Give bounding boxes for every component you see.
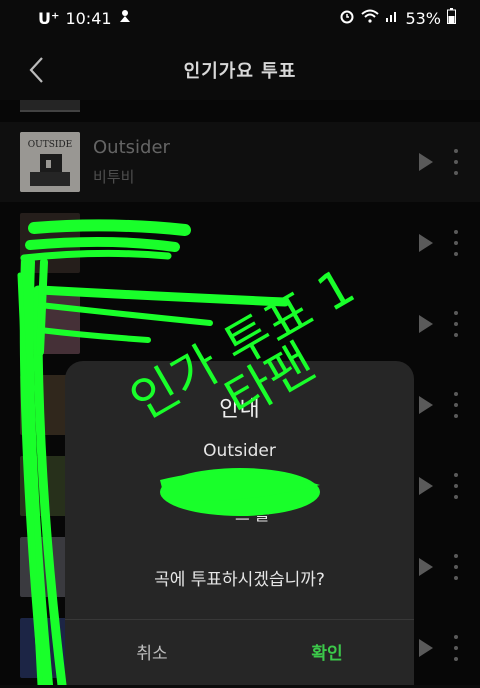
back-chevron-icon [29,57,43,83]
dialog-question: 곡에 투표하시겠습니까? [154,570,325,590]
confirm-button[interactable]: 확인 [240,631,414,671]
back-button[interactable] [18,50,54,90]
dialog-divider [65,619,414,620]
wifi-icon [361,9,380,27]
status-bar: U⁺ 10:41 53% [0,0,480,36]
signal-icon [385,9,399,27]
battery-icon [447,8,456,28]
status-right: 53% [339,8,456,28]
vote-confirm-dialog: 안내 Outsider 트 를 곡에 투표하시겠습니까? 취소 확인 [65,361,414,685]
dialog-artist: 트 를 [235,505,270,524]
status-left: U⁺ 10:41 [38,8,132,28]
notification-icon [118,8,132,28]
cancel-button[interactable]: 취소 [65,631,239,671]
clock: 10:41 [65,8,112,28]
page-title: 인기가요 투표 [183,61,297,82]
alarm-icon [339,8,355,28]
dialog-title: 안내 [219,397,260,422]
carrier-label: U⁺ [38,8,60,28]
dialog-song-title: Outsider [203,441,276,461]
battery-percent: 53% [405,8,441,28]
top-bar: 인기가요 투표 [0,40,480,100]
